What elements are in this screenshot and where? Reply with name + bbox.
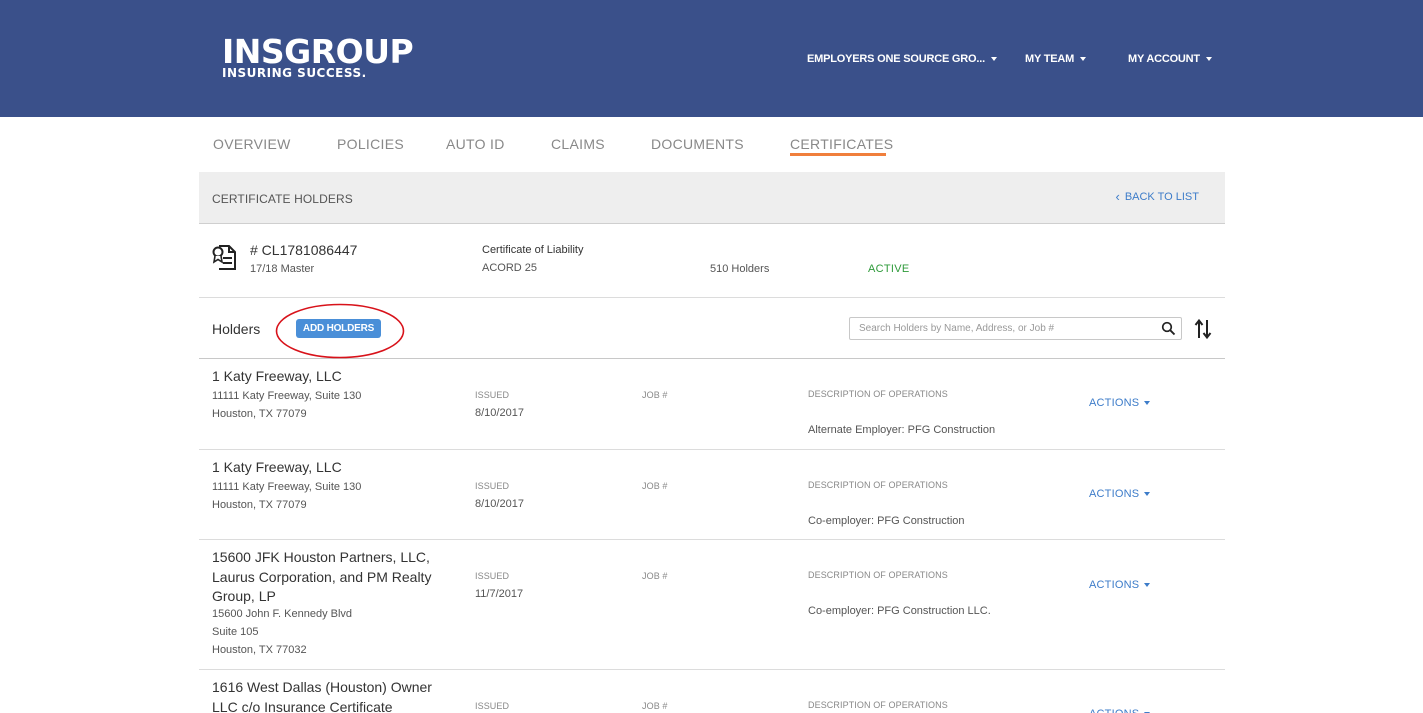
my-team-label: MY TEAM bbox=[1025, 53, 1075, 65]
issued-date: 8/10/2017 bbox=[475, 498, 524, 510]
job-label: JOB # bbox=[642, 571, 668, 581]
back-to-list-label: BACK TO LIST bbox=[1124, 190, 1199, 203]
actions-dropdown[interactable]: ACTIONS bbox=[1089, 708, 1151, 713]
panel-title: CERTIFICATE HOLDERS bbox=[212, 192, 353, 206]
job-label: JOB # bbox=[642, 481, 668, 491]
holders-search-input[interactable] bbox=[850, 318, 1155, 339]
tab-documents[interactable]: DOCUMENTS bbox=[651, 136, 744, 152]
company-selector-menu[interactable]: EMPLOYERS ONE SOURCE GRO... bbox=[807, 51, 997, 67]
holder-name[interactable]: 15600 JFK Houston Partners, LLC, Laurus … bbox=[212, 548, 452, 607]
caret-down-icon bbox=[1144, 583, 1151, 587]
holder-name[interactable]: 1 Katy Freeway, LLC bbox=[212, 458, 452, 478]
issued-date: 11/7/2017 bbox=[475, 588, 524, 600]
my-account-label: MY ACCOUNT bbox=[1128, 53, 1200, 65]
description-label: DESCRIPTION OF OPERATIONS bbox=[808, 480, 948, 490]
description-label: DESCRIPTION OF OPERATIONS bbox=[808, 700, 948, 710]
holder-row: 1 Katy Freeway, LLC 11111 Katy Freeway, … bbox=[199, 450, 1225, 540]
certificate-form: ACORD 25 bbox=[482, 262, 538, 274]
holders-toolbar: Holders ADD HOLDERS bbox=[199, 298, 1225, 359]
caret-down-icon bbox=[1144, 401, 1151, 405]
caret-down-icon bbox=[990, 57, 997, 61]
holder-address-line: Suite 105 bbox=[212, 626, 259, 638]
actions-label: ACTIONS bbox=[1089, 488, 1140, 500]
actions-dropdown[interactable]: ACTIONS bbox=[1089, 579, 1151, 591]
job-label: JOB # bbox=[642, 390, 668, 400]
holder-address-line: 11111 Katy Freeway, Suite 130 bbox=[212, 481, 362, 493]
tab-overview[interactable]: OVERVIEW bbox=[213, 136, 291, 152]
issued-label: ISSUED bbox=[475, 481, 510, 491]
holder-address-line: Houston, TX 77032 bbox=[212, 644, 307, 656]
holders-count: 510 Holders bbox=[710, 263, 770, 275]
caret-down-icon bbox=[1080, 57, 1087, 61]
chevron-left-icon: ‹ bbox=[1115, 189, 1120, 204]
back-to-list-link[interactable]: ‹ BACK TO LIST bbox=[1115, 189, 1199, 204]
actions-label: ACTIONS bbox=[1089, 397, 1140, 409]
holder-address-line: 11111 Katy Freeway, Suite 130 bbox=[212, 390, 362, 402]
search-icon[interactable] bbox=[1161, 321, 1176, 336]
holder-row: 1616 West Dallas (Houston) Owner LLC c/o… bbox=[199, 670, 1225, 713]
issued-label: ISSUED bbox=[475, 701, 510, 711]
description-text: Co-employer: PFG Construction LLC. bbox=[808, 605, 991, 617]
sort-arrows-icon[interactable] bbox=[1194, 318, 1212, 340]
holder-row: 1 Katy Freeway, LLC 11111 Katy Freeway, … bbox=[199, 359, 1225, 450]
actions-dropdown[interactable]: ACTIONS bbox=[1089, 488, 1151, 500]
description-label: DESCRIPTION OF OPERATIONS bbox=[808, 570, 948, 580]
active-tab-indicator bbox=[790, 153, 886, 156]
company-selector-label: EMPLOYERS ONE SOURCE GRO... bbox=[807, 53, 985, 65]
certificate-document-icon bbox=[212, 245, 236, 270]
my-team-menu[interactable]: MY TEAM bbox=[1025, 51, 1087, 67]
my-account-menu[interactable]: MY ACCOUNT bbox=[1128, 51, 1212, 67]
actions-dropdown[interactable]: ACTIONS bbox=[1089, 397, 1151, 409]
holder-name[interactable]: 1 Katy Freeway, LLC bbox=[212, 367, 452, 387]
holders-heading: Holders bbox=[212, 321, 261, 337]
caret-down-icon bbox=[1205, 57, 1212, 61]
holder-name[interactable]: 1616 West Dallas (Houston) Owner LLC c/o… bbox=[212, 678, 452, 713]
issued-label: ISSUED bbox=[475, 390, 510, 400]
description-text: Co-employer: PFG Construction bbox=[808, 515, 965, 527]
caret-down-icon bbox=[1144, 492, 1151, 496]
status-badge: ACTIVE bbox=[868, 263, 910, 275]
certificate-subtitle: 17/18 Master bbox=[250, 263, 315, 275]
actions-label: ACTIONS bbox=[1089, 708, 1139, 713]
actions-label: ACTIONS bbox=[1089, 579, 1140, 591]
holders-search-box bbox=[849, 317, 1182, 340]
certificate-holders-bar: CERTIFICATE HOLDERS ‹ BACK TO LIST bbox=[199, 172, 1225, 224]
issued-date: 8/10/2017 bbox=[475, 407, 524, 419]
tab-certificates[interactable]: CERTIFICATES bbox=[790, 136, 893, 152]
top-header: INSGROUP INSURING SUCCESS. EMPLOYERS ONE… bbox=[0, 0, 1423, 117]
issued-label: ISSUED bbox=[475, 571, 510, 581]
description-text: Alternate Employer: PFG Construction bbox=[808, 424, 996, 436]
tab-auto-id[interactable]: AUTO ID bbox=[446, 136, 505, 152]
holder-address-line: Houston, TX 77079 bbox=[212, 499, 307, 511]
tab-claims[interactable]: CLAIMS bbox=[551, 136, 605, 152]
holder-row: 15600 JFK Houston Partners, LLC, Laurus … bbox=[199, 540, 1225, 670]
tab-policies[interactable]: POLICIES bbox=[337, 136, 404, 152]
certificate-number: # CL1781086447 bbox=[250, 242, 358, 258]
certificate-type: Certificate of Liability bbox=[482, 244, 584, 256]
certificate-summary: # CL1781086447 17/18 Master Certificate … bbox=[199, 224, 1225, 298]
holder-address-line: 15600 John F. Kennedy Blvd bbox=[212, 608, 353, 620]
job-label: JOB # bbox=[642, 701, 668, 711]
logo-wordmark: INSGROUP bbox=[222, 32, 414, 71]
add-holders-button[interactable]: ADD HOLDERS bbox=[296, 319, 381, 338]
insgroup-logo[interactable]: INSGROUP INSURING SUCCESS. bbox=[222, 32, 414, 80]
description-label: DESCRIPTION OF OPERATIONS bbox=[808, 389, 948, 399]
holder-address-line: Houston, TX 77079 bbox=[212, 408, 307, 420]
